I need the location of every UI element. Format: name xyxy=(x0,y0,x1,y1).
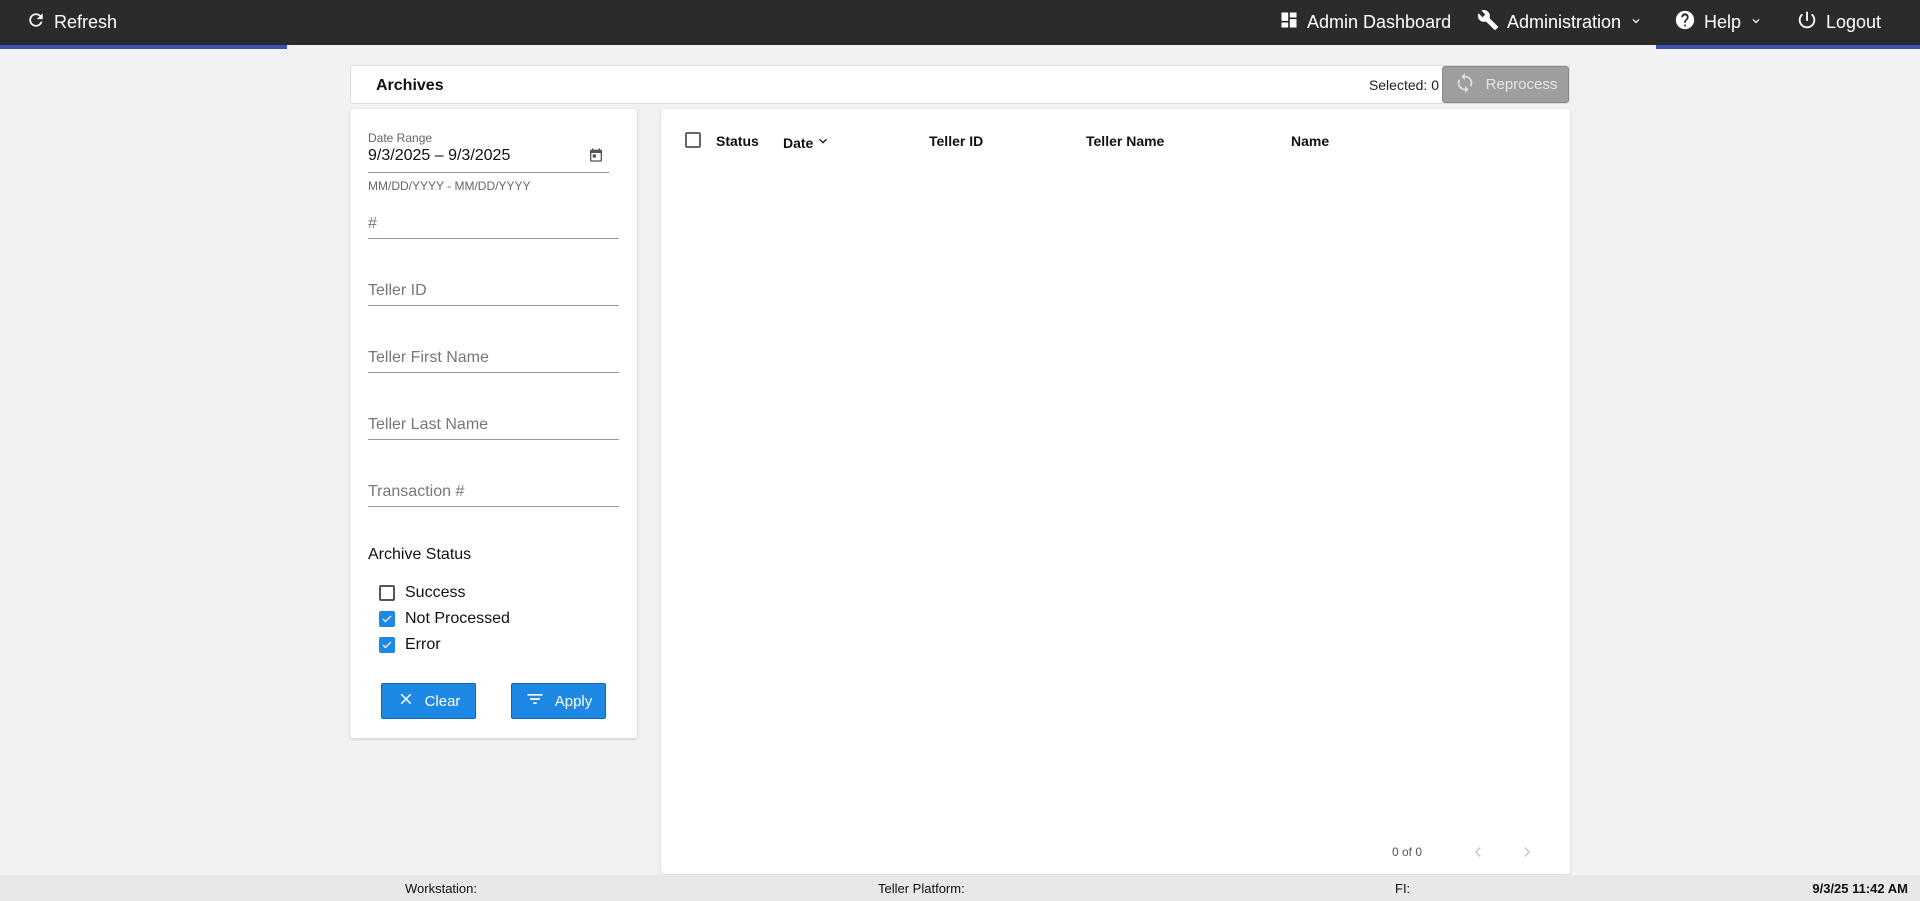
teller-last-name-input[interactable] xyxy=(368,410,619,439)
clear-button[interactable]: Clear xyxy=(381,683,476,719)
apply-button[interactable]: Apply xyxy=(511,683,606,719)
reprocess-button[interactable]: Reprocess xyxy=(1442,66,1569,103)
select-all-checkbox[interactable] xyxy=(685,132,701,148)
status-checkbox-not-processed[interactable]: Not Processed xyxy=(379,610,510,628)
help-menu[interactable]: Help xyxy=(1674,0,1763,45)
status-checkbox-success[interactable]: Success xyxy=(379,584,465,602)
date-range-hint: MM/DD/YYYY - MM/DD/YYYY xyxy=(368,179,531,193)
column-header-name[interactable]: Name xyxy=(1291,133,1329,149)
date-range-underline xyxy=(368,172,609,173)
refresh-icon xyxy=(26,10,46,35)
filter-panel: Date Range 9/3/2025 – 9/3/2025 MM/DD/YYY… xyxy=(350,109,637,738)
chevron-right-icon xyxy=(1524,847,1531,857)
accent-bar-left xyxy=(0,45,287,49)
column-header-teller-name[interactable]: Teller Name xyxy=(1086,133,1164,149)
transaction-number-input[interactable] xyxy=(368,477,619,506)
help-icon xyxy=(1674,9,1696,36)
date-range-label: Date Range xyxy=(368,131,433,145)
checkbox[interactable] xyxy=(379,637,395,653)
next-page-button[interactable] xyxy=(1515,840,1539,864)
top-navigation-bar: Refresh Admin Dashboard Administration H… xyxy=(0,0,1920,45)
number-input[interactable] xyxy=(368,209,619,238)
checkbox[interactable] xyxy=(379,611,395,627)
dashboard-icon xyxy=(1279,10,1299,35)
chevron-left-icon xyxy=(1474,847,1481,857)
checkbox[interactable] xyxy=(379,585,395,601)
close-icon xyxy=(397,690,415,712)
apply-label: Apply xyxy=(554,692,593,710)
archives-header: Archives Selected: 0 Reprocess xyxy=(350,65,1570,104)
admin-dashboard-label: Admin Dashboard xyxy=(1307,12,1452,32)
checkbox-label: Error xyxy=(405,636,441,653)
chevron-down-icon xyxy=(1749,12,1763,33)
filter-icon xyxy=(525,689,545,713)
calendar-icon[interactable] xyxy=(588,147,604,168)
teller-last-name-field xyxy=(368,410,619,440)
workstation-label: Workstation: xyxy=(405,881,478,896)
page-title: Archives xyxy=(376,77,444,94)
teller-platform-label: Teller Platform: xyxy=(878,881,965,896)
column-header-date[interactable]: Date xyxy=(783,133,831,152)
column-header-status[interactable]: Status xyxy=(716,133,759,149)
pagination-range: 0 of 0 xyxy=(1392,845,1423,859)
previous-page-button[interactable] xyxy=(1466,840,1490,864)
power-icon xyxy=(1796,9,1818,36)
admin-dashboard-link[interactable]: Admin Dashboard xyxy=(1279,0,1451,45)
refresh-label: Refresh xyxy=(54,12,118,32)
footer-datetime: 9/3/25 11:42 AM xyxy=(1812,881,1908,896)
column-header-label: Name xyxy=(1291,133,1330,149)
selected-count: Selected: 0 xyxy=(1368,77,1439,93)
column-header-label: Teller Name xyxy=(1086,133,1165,149)
wrench-icon xyxy=(1477,9,1499,36)
status-footer: Workstation: Teller Platform: FI: 9/3/25… xyxy=(0,875,1920,901)
administration-menu[interactable]: Administration xyxy=(1477,0,1643,45)
column-header-label: Date xyxy=(783,134,814,151)
logout-label: Logout xyxy=(1826,12,1882,32)
checkbox-label: Success xyxy=(405,584,466,601)
column-header-label: Teller ID xyxy=(929,133,984,149)
refresh-button[interactable]: Refresh xyxy=(26,0,117,45)
archive-status-title: Archive Status xyxy=(368,546,472,563)
teller-first-name-input[interactable] xyxy=(368,343,619,372)
column-header-label: Status xyxy=(716,133,759,149)
number-field xyxy=(368,209,619,239)
date-range-input[interactable]: 9/3/2025 – 9/3/2025 xyxy=(368,147,510,165)
transaction-number-field xyxy=(368,477,619,507)
archives-table: Status Date Teller ID Teller Name Name 0… xyxy=(661,109,1570,874)
checkbox-label: Not Processed xyxy=(405,610,510,627)
accent-bar-right xyxy=(1656,45,1920,49)
teller-id-input[interactable] xyxy=(368,276,619,305)
sync-icon xyxy=(1454,72,1476,98)
sort-descending-icon xyxy=(815,133,831,152)
reprocess-label: Reprocess xyxy=(1485,76,1558,93)
fi-label: FI: xyxy=(1395,881,1411,896)
clear-label: Clear xyxy=(424,692,461,710)
chevron-down-icon xyxy=(1629,12,1643,33)
teller-id-field xyxy=(368,276,619,306)
status-checkbox-error[interactable]: Error xyxy=(379,636,441,654)
administration-label: Administration xyxy=(1507,12,1622,32)
logout-button[interactable]: Logout xyxy=(1796,0,1881,45)
column-header-teller-id[interactable]: Teller ID xyxy=(929,133,983,149)
help-label: Help xyxy=(1704,12,1742,32)
teller-first-name-field xyxy=(368,343,619,373)
